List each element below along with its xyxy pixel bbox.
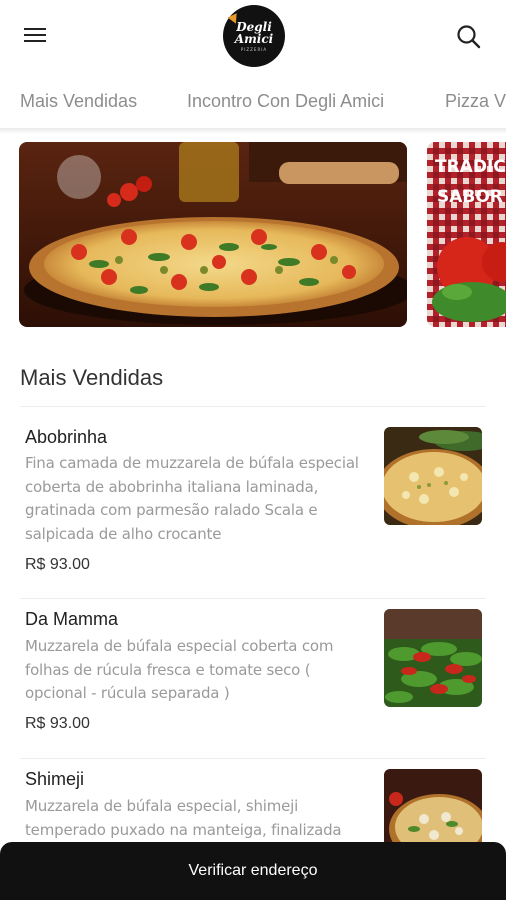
item-description: Muzzarela de búfala especial, shimeji te… [25, 797, 342, 839]
logo-line-2: Amici [234, 31, 274, 46]
item-photo [384, 609, 482, 707]
logo-line-1: Degli [236, 19, 272, 34]
search-icon[interactable] [456, 24, 482, 50]
item-photo [384, 769, 482, 853]
tab-incontro-con-degli-amici[interactable]: Incontro Con Degli Amici [187, 91, 384, 112]
pizza-banner[interactable] [19, 142, 407, 327]
item-price: R$ 93.00 [25, 556, 90, 573]
banner-text-line-2: SABOR D [437, 187, 506, 207]
menu-item[interactable]: Abobrinha Fina camada de muzzarela de bú… [0, 406, 506, 598]
tradicional-banner[interactable]: TRADICI SABOR D [427, 142, 506, 327]
item-photo [384, 427, 482, 525]
verify-address-button[interactable]: Verificar endereço [0, 842, 506, 900]
tab-pizza[interactable]: Pizza V [445, 91, 506, 112]
section-title: Mais Vendidas [20, 365, 164, 390]
item-description: Muzzarela de búfala especial coberta com… [25, 637, 334, 702]
item-name: Abobrinha [25, 427, 108, 447]
restaurant-logo[interactable]: Degli Amici PIZZERIA [223, 5, 285, 67]
tab-mais-vendidas[interactable]: Mais Vendidas [20, 91, 137, 112]
item-price: R$ 93.00 [25, 715, 90, 732]
tabs-divider [0, 128, 506, 134]
banner-text-line-1: TRADICI [435, 157, 506, 177]
item-name: Da Mamma [25, 609, 119, 629]
logo-line-3: PIZZERIA [240, 46, 268, 52]
item-description: Fina camada de muzzarela de búfala espec… [25, 454, 359, 543]
item-name: Shimeji [25, 769, 85, 789]
app-header: Degli Amici PIZZERIA [0, 0, 506, 72]
menu-item[interactable]: Da Mamma Muzzarela de búfala especial co… [0, 598, 506, 758]
menu-item[interactable]: Shimeji Muzzarela de búfala especial, sh… [0, 758, 506, 853]
category-tabs: Mais Vendidas Incontro Con Degli Amici P… [0, 82, 506, 128]
hamburger-menu-icon[interactable] [22, 24, 50, 48]
